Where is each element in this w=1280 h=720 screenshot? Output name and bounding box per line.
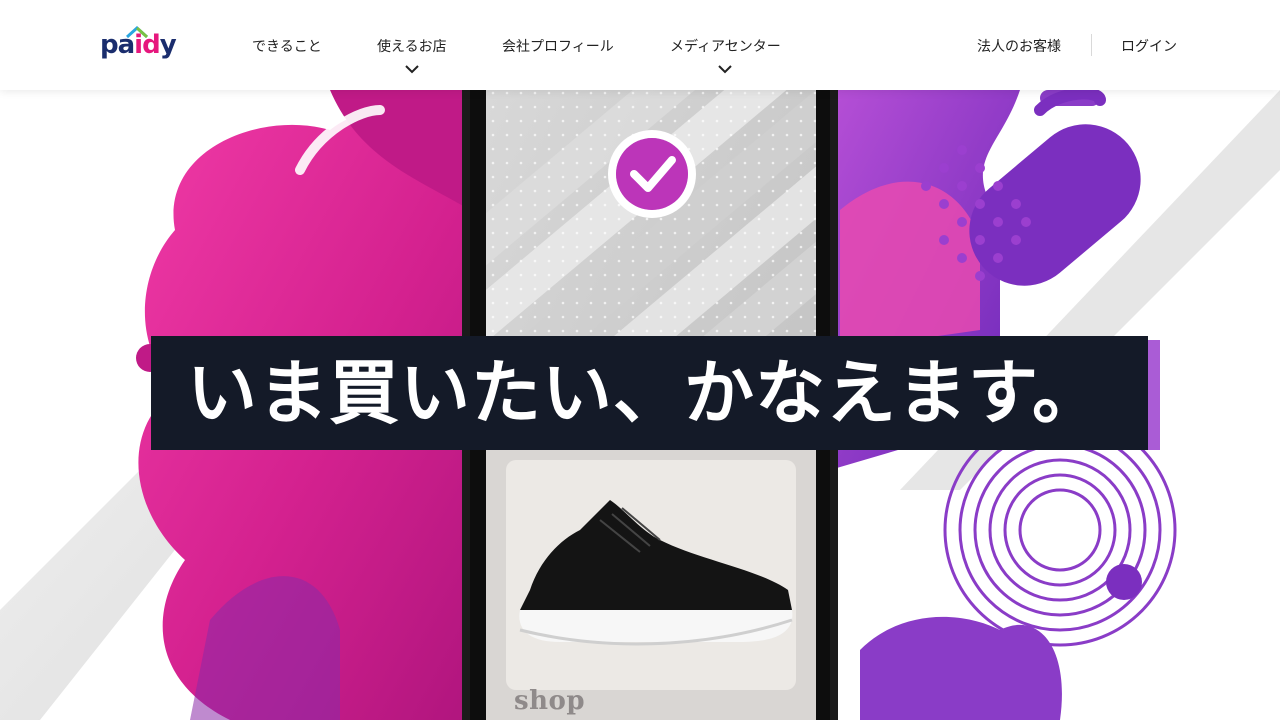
paidy-logo[interactable]: paidy <box>100 24 177 64</box>
site-header: paidy できること 使えるお店 会社プロフィール メディアセンター 法人のお… <box>0 0 1280 90</box>
hero-banner: いま買いたい、かなえます。 shop <box>0 90 1280 720</box>
nav-item-stores[interactable]: 使えるお店 <box>377 36 447 74</box>
shop-label: shop <box>514 686 586 716</box>
nav-divider <box>1091 34 1092 56</box>
chevron-down-icon <box>718 65 733 74</box>
nav-item-label: できること <box>252 39 322 55</box>
logo-wordmark: paidy <box>100 30 177 60</box>
nav-item-label: 使えるお店 <box>377 39 447 55</box>
hero-headline: いま買いたい、かなえます。 <box>187 352 1103 434</box>
nav-item-label: メディアセンター <box>670 39 781 55</box>
chevron-down-icon <box>405 65 419 74</box>
nav-item-company-profile[interactable]: 会社プロフィール <box>502 36 614 56</box>
corporate-link[interactable]: 法人のお客様 <box>977 36 1061 56</box>
nav-item-label: 会社プロフィール <box>502 39 614 55</box>
nav-item-media-center[interactable]: メディアセンター <box>670 36 781 74</box>
headline-banner: いま買いたい、かなえます。 <box>151 336 1148 450</box>
login-link[interactable]: ログイン <box>1121 36 1177 56</box>
nav-item-features[interactable]: できること <box>252 36 322 56</box>
